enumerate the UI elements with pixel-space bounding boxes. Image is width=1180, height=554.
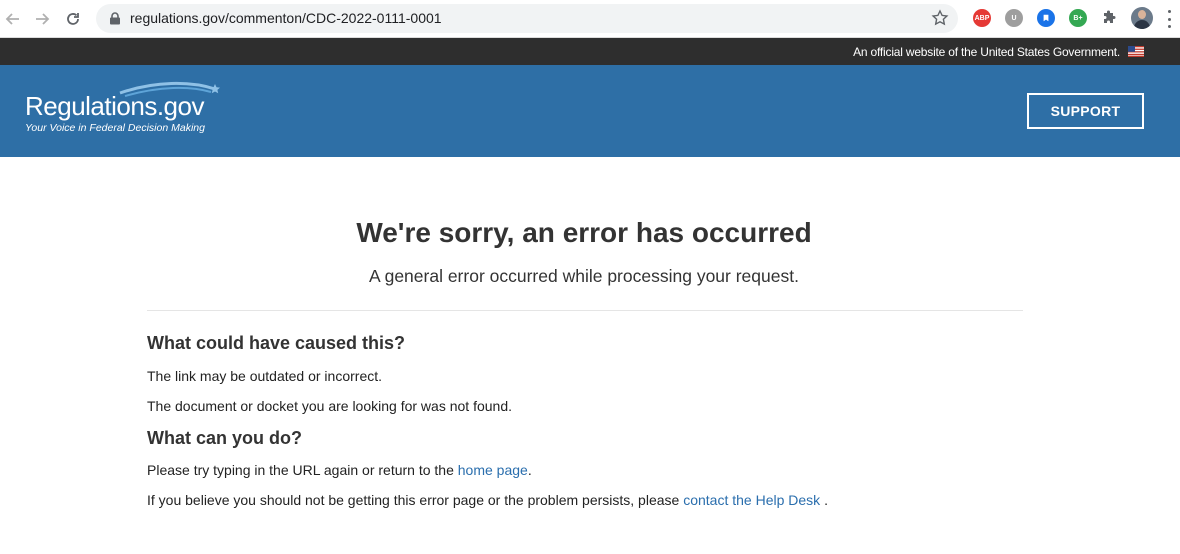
back-arrow-icon[interactable] bbox=[2, 8, 24, 30]
lock-icon bbox=[110, 12, 120, 25]
browser-toolbar: regulations.gov/commenton/CDC-2022-0111-… bbox=[0, 0, 1180, 38]
gov-banner-text: An official website of the United States… bbox=[853, 45, 1120, 59]
action-line-helpdesk: If you believe you should not be getting… bbox=[147, 492, 828, 508]
action-line-helpdesk-prefix: If you believe you should not be getting… bbox=[147, 492, 684, 508]
cause-line-outdated: The link may be outdated or incorrect. bbox=[147, 368, 383, 384]
error-subtitle: A general error occurred while processin… bbox=[369, 266, 799, 286]
adblock-extension-icon[interactable]: ABP bbox=[973, 9, 991, 27]
logo-tagline: Your Voice in Federal Decision Making bbox=[25, 122, 205, 134]
bookmark-extension-icon[interactable] bbox=[1037, 9, 1055, 27]
causes-heading: What could have caused this? bbox=[147, 333, 406, 353]
action-line-home: Please try typing in the URL again or re… bbox=[147, 462, 532, 478]
address-bar[interactable]: regulations.gov/commenton/CDC-2022-0111-… bbox=[96, 4, 958, 33]
us-flag-icon bbox=[1128, 46, 1144, 57]
error-title: We're sorry, an error has occurred bbox=[356, 217, 812, 248]
error-content: We're sorry, an error has occurred A gen… bbox=[0, 157, 1180, 554]
gov-banner: An official website of the United States… bbox=[0, 38, 1180, 65]
actions-heading: What can you do? bbox=[147, 428, 302, 448]
u-extension-icon[interactable]: U bbox=[1005, 9, 1023, 27]
url-text: regulations.gov/commenton/CDC-2022-0111-… bbox=[130, 10, 442, 26]
browser-menu-icon[interactable] bbox=[1166, 10, 1172, 28]
support-button[interactable]: SUPPORT bbox=[1027, 93, 1144, 129]
logo-text: Regulations.gov bbox=[25, 91, 204, 121]
action-line-helpdesk-suffix: . bbox=[820, 492, 828, 508]
divider bbox=[147, 310, 1023, 311]
forward-arrow-icon[interactable] bbox=[31, 8, 53, 30]
bplus-extension-icon[interactable]: B+ bbox=[1069, 9, 1087, 27]
profile-avatar[interactable] bbox=[1131, 7, 1153, 29]
reload-icon[interactable] bbox=[62, 8, 84, 30]
site-header: Regulations.gov Your Voice in Federal De… bbox=[0, 65, 1180, 157]
action-line-home-suffix: . bbox=[527, 462, 532, 478]
bookmark-star-icon[interactable] bbox=[931, 9, 949, 27]
extensions-puzzle-icon[interactable] bbox=[1101, 10, 1117, 26]
help-desk-link[interactable]: contact the Help Desk bbox=[683, 492, 820, 508]
cause-line-not-found: The document or docket you are looking f… bbox=[147, 398, 512, 414]
action-line-home-prefix: Please try typing in the URL again or re… bbox=[147, 462, 458, 478]
home-page-link[interactable]: home page bbox=[458, 462, 528, 478]
regulations-gov-logo[interactable]: Regulations.gov Your Voice in Federal De… bbox=[25, 79, 225, 139]
